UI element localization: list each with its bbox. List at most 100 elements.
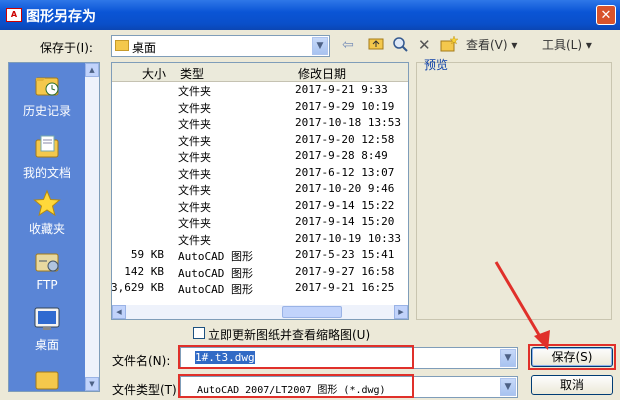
scroll-left-icon[interactable]: ◀ [112, 305, 126, 319]
places-scrollbar[interactable]: ▲ ▼ [85, 63, 99, 391]
file-type: 文件夹 [178, 233, 211, 247]
place-favorites[interactable]: 收藏夹 [9, 189, 85, 237]
place-my-documents-label: 我的文档 [22, 166, 71, 180]
my-documents-icon [33, 133, 61, 161]
file-type: AutoCAD 图形 [178, 250, 253, 263]
file-type: 文件夹 [178, 167, 211, 181]
table-row[interactable]: 文件夹 2017-10-18 13:53 [112, 115, 408, 131]
place-my-documents[interactable]: 我的文档 [9, 133, 85, 181]
favorites-icon [33, 189, 61, 217]
highlight-filetype-box [178, 374, 414, 398]
file-date: 2017-5-23 15:41 [295, 248, 395, 261]
preview-label: 预览 [424, 58, 449, 72]
file-type: AutoCAD 图形 [178, 283, 253, 296]
place-favorites-label: 收藏夹 [28, 222, 65, 236]
file-date: 2017-6-12 13:07 [295, 165, 395, 179]
places-bar: 历史记录 我的文档 收藏夹 FTP 桌面 ▲ ▼ [8, 62, 100, 392]
update-thumbnail-checkbox[interactable] [193, 327, 205, 339]
save-in-dropdown[interactable]: 桌面 ▼ [111, 35, 330, 57]
autocad-icon: A [6, 8, 22, 22]
column-type[interactable]: 类型 [180, 65, 204, 82]
file-type: 文件夹 [178, 85, 211, 98]
file-date: 2017-9-29 10:19 [295, 99, 395, 113]
scrollbar-thumb[interactable] [282, 306, 342, 318]
table-row[interactable]: 文件夹 2017-9-14 15:20 [112, 214, 408, 230]
place-more[interactable] [9, 365, 85, 391]
filename-label: 文件名(N): [112, 354, 171, 368]
file-list-header: 大小 类型 修改日期 [112, 63, 408, 82]
file-type: 文件夹 [178, 184, 211, 197]
file-type: 文件夹 [178, 134, 211, 148]
file-type: 文件夹 [178, 101, 211, 115]
file-type: 文件夹 [178, 118, 211, 131]
save-in-label: 保存于(I): [40, 41, 93, 55]
back-icon[interactable]: ⇦ [342, 36, 354, 54]
scroll-right-icon[interactable]: ▶ [394, 305, 408, 319]
search-web-icon[interactable] [392, 36, 408, 54]
place-desktop-label: 桌面 [34, 338, 59, 352]
file-date: 2017-10-19 10:33 [295, 231, 401, 245]
view-menu-label: 查看(V) [466, 38, 508, 52]
file-size: 3,629 KB [111, 281, 164, 294]
desktop-folder-icon [115, 40, 129, 51]
file-date: 2017-9-14 15:22 [295, 198, 395, 212]
highlight-filename-box [178, 345, 414, 369]
save-in-value: 桌面 [132, 41, 157, 55]
scroll-down-icon[interactable]: ▼ [85, 377, 99, 391]
folder-icon [33, 365, 61, 391]
chevron-down-icon[interactable]: ▼ [312, 37, 328, 55]
column-size[interactable]: 大小 [142, 65, 166, 82]
place-history-label: 历史记录 [22, 104, 71, 118]
place-desktop[interactable]: 桌面 [9, 305, 85, 353]
place-ftp[interactable]: FTP [9, 247, 85, 292]
file-date: 2017-9-21 16:25 [295, 281, 395, 294]
file-date: 2017-10-18 13:53 [295, 116, 401, 129]
scroll-up-icon[interactable]: ▲ [85, 63, 99, 77]
tools-menu[interactable]: 工具(L) ▾ [542, 36, 592, 54]
title-bar: A 图形另存为 ✕ [0, 0, 620, 30]
table-row[interactable]: 文件夹 2017-9-28 8:49 [112, 148, 408, 164]
chevron-down-icon[interactable]: ▼ [500, 378, 516, 396]
table-row[interactable]: 文件夹 2017-10-20 9:46 [112, 181, 408, 197]
column-modified[interactable]: 修改日期 [298, 65, 346, 82]
table-row[interactable]: 文件夹 2017-6-12 13:07 [112, 165, 408, 181]
file-type: 文件夹 [178, 200, 211, 214]
file-date: 2017-9-21 9:33 [295, 83, 388, 96]
update-thumbnail-label: 立即更新图纸并查看缩略图(U) [208, 328, 371, 342]
table-row[interactable]: 文件夹 2017-9-29 10:19 [112, 99, 408, 115]
window-title: 图形另存为 [26, 9, 96, 25]
delete-icon[interactable]: ✕ [418, 36, 431, 54]
file-type: 文件夹 [178, 151, 211, 164]
table-row[interactable]: 3,629 KB AutoCAD 图形 2017-9-21 16:25 [112, 280, 408, 296]
file-type: 文件夹 [178, 217, 211, 230]
table-row[interactable]: 文件夹 2017-10-19 10:33 [112, 231, 408, 247]
table-row[interactable]: 文件夹 2017-9-14 15:22 [112, 198, 408, 214]
cancel-button[interactable]: 取消 [531, 375, 613, 395]
file-size: 142 KB [124, 264, 164, 278]
view-menu[interactable]: 查看(V) ▾ [466, 36, 517, 54]
ftp-icon [33, 247, 61, 275]
new-folder-icon[interactable] [440, 35, 459, 54]
history-icon [33, 71, 61, 99]
close-button[interactable]: ✕ [596, 5, 616, 25]
file-type: AutoCAD 图形 [178, 266, 253, 280]
tools-menu-label: 工具(L) [542, 38, 583, 52]
table-row[interactable]: 59 KB AutoCAD 图形 2017-5-23 15:41 [112, 247, 408, 263]
up-folder-icon[interactable] [368, 36, 384, 54]
file-list-scrollbar[interactable]: ◀ ▶ [112, 305, 408, 319]
place-ftp-label: FTP [36, 278, 58, 292]
file-size: 59 KB [130, 248, 164, 261]
file-list: 大小 类型 修改日期 文件夹 2017-9-21 9:33 文件夹 2017-9-29… [111, 62, 409, 320]
place-history[interactable]: 历史记录 [9, 71, 85, 119]
desktop-icon [33, 305, 61, 333]
file-date: 2017-9-14 15:20 [295, 215, 395, 228]
file-date: 2017-10-20 9:46 [295, 182, 395, 195]
annotation-arrow-icon [494, 261, 550, 350]
table-row[interactable]: 文件夹 2017-9-21 9:33 [112, 82, 408, 98]
file-date: 2017-9-20 12:58 [295, 132, 395, 146]
filetype-label: 文件类型(T): [112, 383, 181, 397]
table-row[interactable]: 文件夹 2017-9-20 12:58 [112, 132, 408, 148]
table-row[interactable]: 142 KB AutoCAD 图形 2017-9-27 16:58 [112, 264, 408, 280]
file-date: 2017-9-27 16:58 [295, 264, 395, 278]
file-date: 2017-9-28 8:49 [295, 149, 388, 162]
